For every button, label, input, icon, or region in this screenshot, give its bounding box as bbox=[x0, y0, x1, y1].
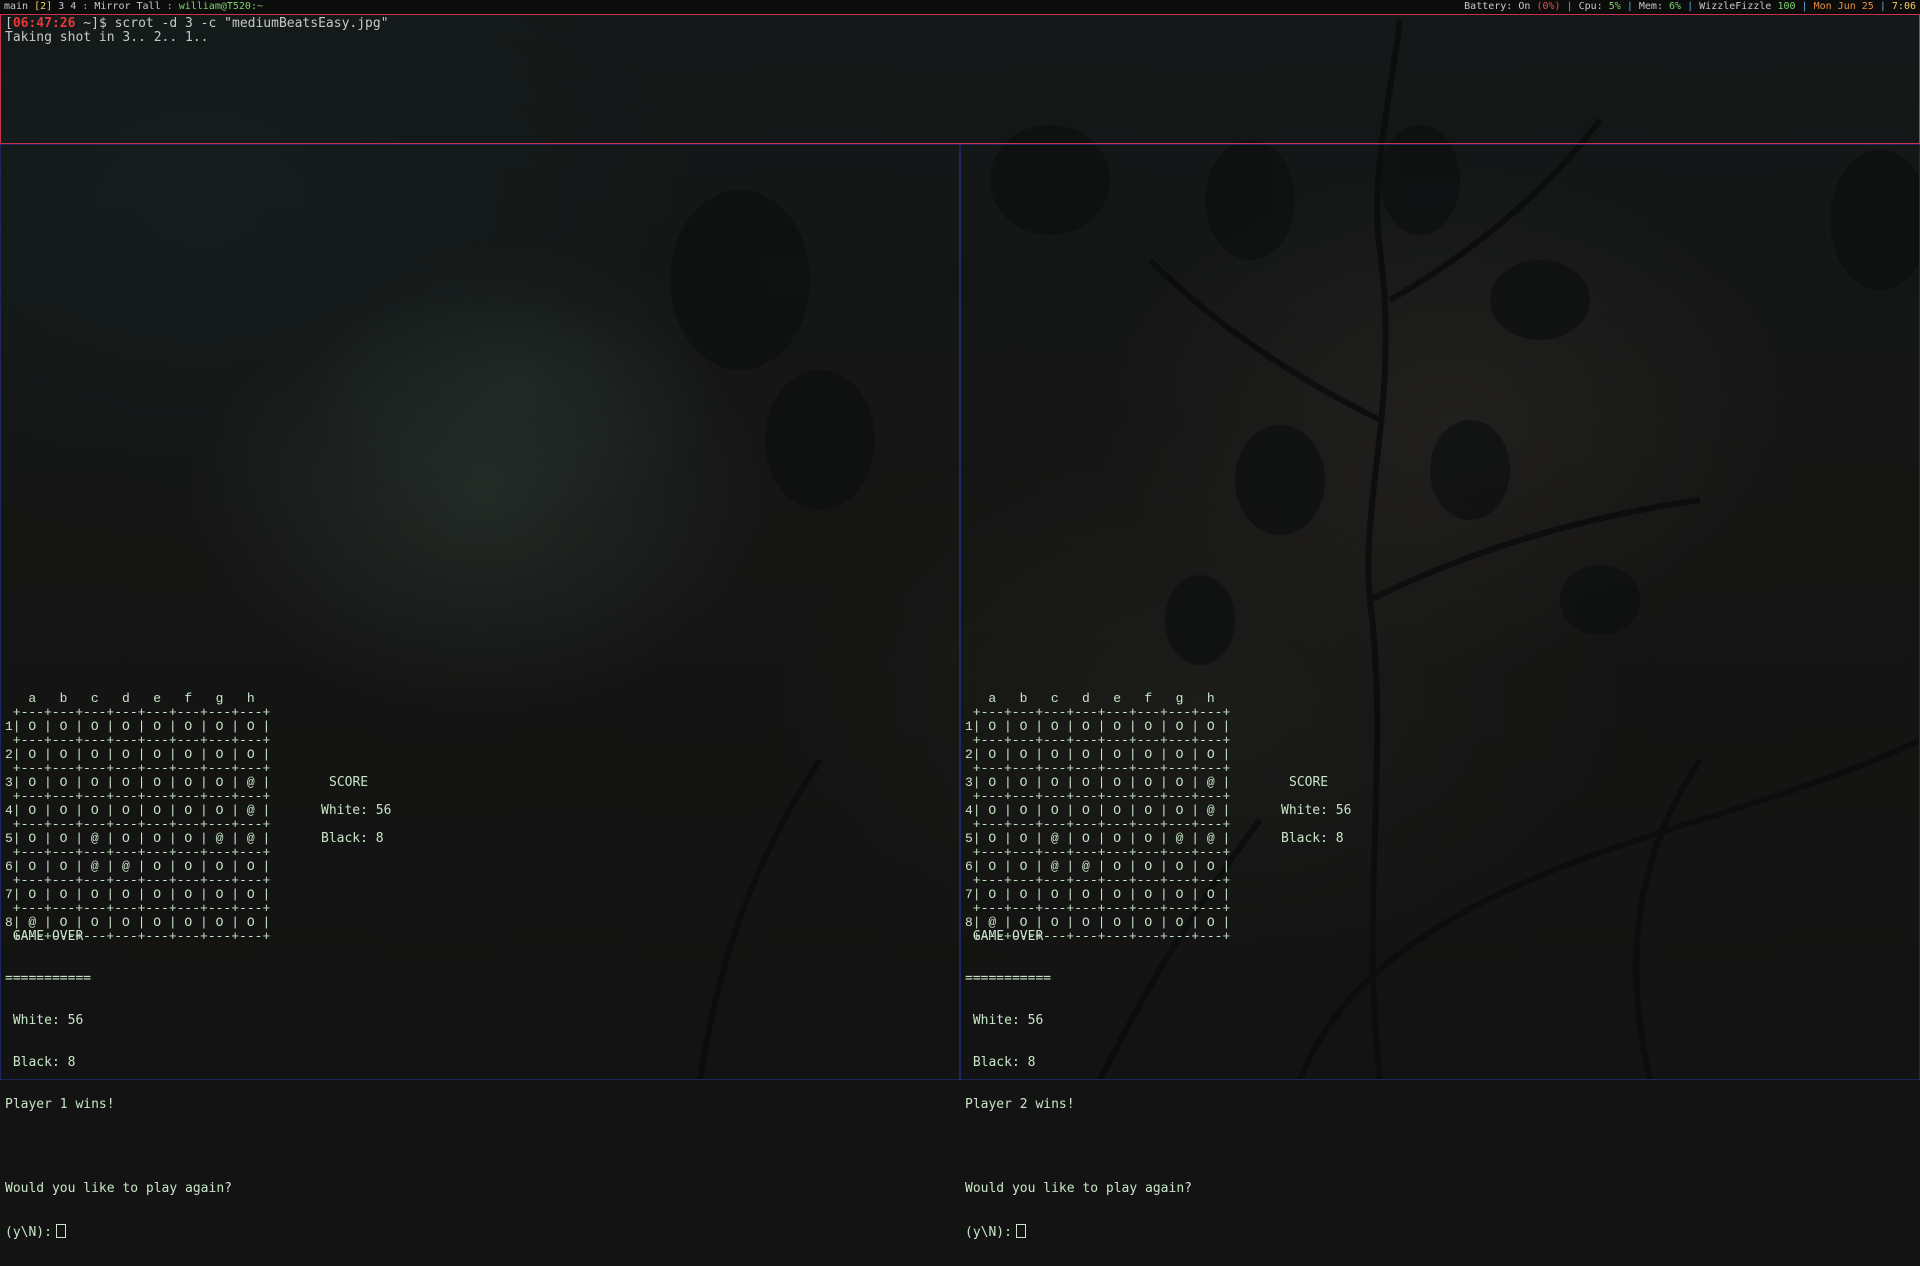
final-black: Black: 8 bbox=[965, 1055, 1036, 1070]
terminal-top-content[interactable]: [06:47:26 ~]$ scrot -d 3 -c "mediumBeats… bbox=[5, 17, 389, 45]
date-display: Mon Jun 25 bbox=[1813, 1, 1874, 12]
othello-game-right: a b c d e f g h +---+---+---+---+---+---… bbox=[965, 692, 1915, 1240]
game-over-separator: =========== bbox=[965, 971, 1052, 986]
score-white: White: 56 bbox=[1281, 803, 1352, 818]
text-cursor[interactable] bbox=[55, 1224, 66, 1238]
final-white: White: 56 bbox=[5, 1013, 84, 1028]
score-title: SCORE bbox=[329, 775, 369, 790]
workspace-active[interactable]: [2] bbox=[34, 1, 52, 12]
input-prompt: (y\N): bbox=[965, 1225, 1012, 1240]
othello-game-left: a b c d e f g h +---+---+---+---+---+---… bbox=[5, 692, 955, 1240]
command-output: Taking shot in 3.. 2.. 1.. bbox=[5, 30, 209, 45]
input-prompt: (y\N): bbox=[5, 1225, 52, 1240]
volume-label: WizzleFizzle bbox=[1699, 1, 1772, 12]
workspace-main[interactable]: main bbox=[4, 1, 28, 12]
terminal-window-left[interactable]: a b c d e f g h +---+---+---+---+---+---… bbox=[0, 144, 960, 1240]
command-text: $ scrot -d 3 -c "mediumBeatsEasy.jpg" bbox=[98, 16, 389, 31]
result-text: Player 1 wins! bbox=[5, 1097, 115, 1112]
mem-label: Mem: bbox=[1638, 1, 1663, 12]
terminal-window-top[interactable]: [06:47:26 ~]$ scrot -d 3 -c "mediumBeats… bbox=[0, 14, 1920, 144]
workspace-others[interactable]: 3 4 bbox=[58, 1, 76, 12]
cpu-value: 5% bbox=[1608, 1, 1621, 12]
cpu-label: Cpu: bbox=[1578, 1, 1603, 12]
result-text: Player 2 wins! bbox=[965, 1097, 1075, 1112]
mem-value: 6% bbox=[1669, 1, 1682, 12]
text-cursor[interactable] bbox=[1015, 1224, 1026, 1238]
play-again-question: Would you like to play again? bbox=[965, 1181, 1192, 1196]
game-over-title: GAME OVER bbox=[5, 929, 84, 944]
input-line[interactable]: (y\N): bbox=[5, 1224, 232, 1240]
score-black: Black: 8 bbox=[321, 831, 384, 846]
clock-display: 7:06 bbox=[1891, 1, 1916, 12]
prompt-dir: ~ bbox=[75, 16, 92, 31]
window-title: william@T520:~ bbox=[178, 1, 263, 12]
battery-label: Battery: bbox=[1464, 1, 1513, 12]
layout-name: Mirror Tall bbox=[94, 1, 161, 12]
volume-value: 100 bbox=[1777, 1, 1796, 12]
final-black: Black: 8 bbox=[5, 1055, 76, 1070]
battery-percent: (0%) bbox=[1536, 1, 1561, 12]
prompt-time: 06:47:26 bbox=[12, 16, 76, 31]
game-over-panel: GAME OVER =========== White: 56 Black: 8… bbox=[5, 902, 232, 1266]
play-again-question: Would you like to play again? bbox=[5, 1181, 232, 1196]
status-bar-left: main [2] 3 4 : Mirror Tall : william@T52… bbox=[4, 1, 263, 12]
score-title: SCORE bbox=[1289, 775, 1329, 790]
status-bar: main [2] 3 4 : Mirror Tall : william@T52… bbox=[0, 0, 1920, 14]
game-over-separator: =========== bbox=[5, 971, 92, 986]
terminal-window-right[interactable]: a b c d e f g h +---+---+---+---+---+---… bbox=[960, 144, 1920, 1240]
score-white: White: 56 bbox=[321, 803, 392, 818]
score-black: Black: 8 bbox=[1281, 831, 1344, 846]
status-bar-right: Battery: On (0%) | Cpu: 5% | Mem: 6% | W… bbox=[1464, 1, 1916, 12]
game-over-panel: GAME OVER =========== White: 56 Black: 8… bbox=[965, 902, 1192, 1266]
battery-state: On bbox=[1518, 1, 1531, 12]
final-white: White: 56 bbox=[965, 1013, 1044, 1028]
game-over-title: GAME OVER bbox=[965, 929, 1044, 944]
input-line[interactable]: (y\N): bbox=[965, 1224, 1192, 1240]
